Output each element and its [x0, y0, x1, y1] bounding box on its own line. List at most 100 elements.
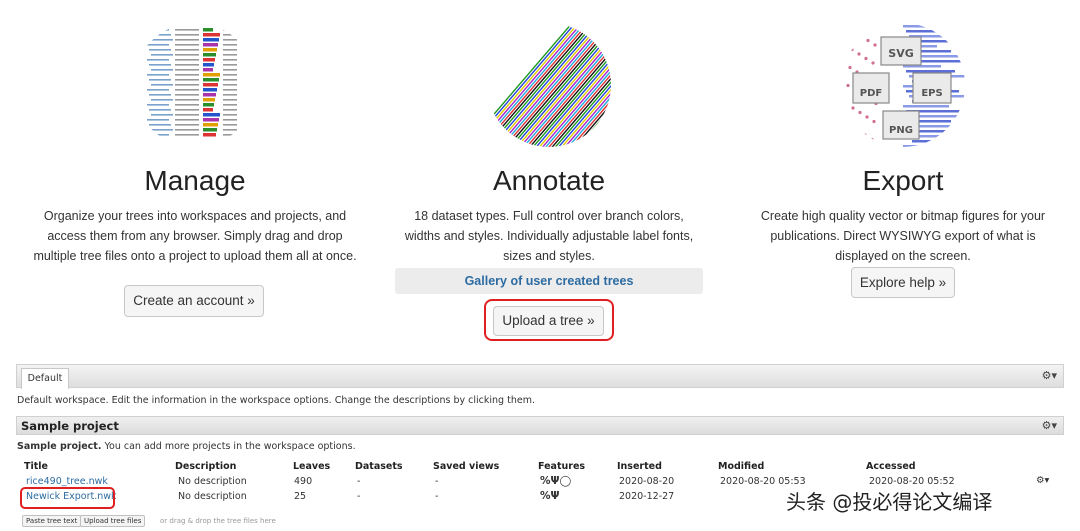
- manage-illustration-line: [175, 74, 199, 76]
- export-illustration-dot: [846, 83, 850, 88]
- manage-illustration-line: [151, 84, 173, 86]
- row2-datasets: -: [357, 491, 361, 502]
- manage-illustration-line: [175, 69, 199, 71]
- manage-illustration-line: [175, 29, 199, 31]
- project-title[interactable]: Sample project: [21, 419, 119, 433]
- manage-title: Manage: [144, 165, 246, 196]
- manage-illustration-line: [223, 94, 237, 96]
- manage-illustration-line: [151, 129, 173, 131]
- upload-highlight-box: [484, 299, 614, 341]
- create-account-button[interactable]: Create an account »: [124, 285, 264, 317]
- format-png-label: PNG: [889, 125, 913, 136]
- col-inserted: Inserted: [617, 461, 662, 472]
- manage-illustration-block: [203, 33, 220, 37]
- workspace-gear-icon[interactable]: ⚙▾: [1042, 369, 1057, 382]
- manage-illustration-line: [223, 124, 237, 126]
- manage-illustration-block: [203, 38, 219, 42]
- project-description[interactable]: Sample project. You can add more project…: [17, 441, 356, 452]
- manage-illustration-line: [175, 109, 199, 111]
- manage-illustration-line: [175, 49, 199, 51]
- project-gear-icon[interactable]: ⚙▾: [1042, 419, 1057, 432]
- format-eps-label: EPS: [921, 88, 942, 99]
- row2-description[interactable]: No description: [178, 491, 247, 502]
- project-header-bar: Sample project ⚙▾: [16, 416, 1064, 435]
- manage-illustration-line: [223, 104, 237, 106]
- row2-features-icons: %Ψ: [540, 490, 560, 502]
- export-illustration-dot: [858, 110, 862, 115]
- gallery-link[interactable]: Gallery of user created trees: [395, 268, 703, 294]
- upload-tree-files-button[interactable]: Upload tree files: [80, 515, 146, 527]
- manage-illustration-line: [149, 94, 171, 96]
- manage-illustration-line: [175, 94, 199, 96]
- row1-saved-views: -: [435, 476, 439, 487]
- manage-illustration-line: [175, 59, 199, 61]
- manage-illustration-block: [203, 88, 217, 92]
- export-illustration-dot: [845, 25, 849, 29]
- row2-inserted: 2020-12-27: [619, 491, 675, 502]
- export-illustration-bar: [903, 25, 933, 28]
- annotate-illustration-line: [608, 23, 611, 147]
- export-illustration-bar: [903, 105, 949, 108]
- export-illustration-bar: [912, 140, 955, 143]
- manage-illustration-line: [175, 44, 199, 46]
- manage-description: Organize your trees into workspaces and …: [33, 209, 357, 263]
- row2-leaves: 25: [294, 491, 307, 502]
- manage-illustration-block: [203, 103, 214, 107]
- manage-illustration-line: [223, 44, 237, 46]
- export-illustration-dot: [848, 65, 852, 70]
- manage-illustration-line: [175, 79, 199, 81]
- export-illustration-dot: [871, 61, 875, 65]
- manage-illustration-line: [147, 44, 169, 46]
- export-description: Create high quality vector or bitmap fig…: [760, 209, 1046, 263]
- manage-illustration-line: [223, 29, 237, 31]
- manage-illustration-line: [147, 134, 169, 136]
- manage-illustration-line: [151, 99, 173, 101]
- manage-illustration-line: [149, 49, 171, 51]
- manage-illustration-line: [223, 34, 237, 36]
- col-datasets: Datasets: [355, 461, 403, 472]
- manage-illustration-block: [203, 113, 220, 117]
- export-illustration-dot: [864, 56, 868, 61]
- row1-gear-icon[interactable]: ⚙▾: [1036, 475, 1049, 486]
- export-title: Export: [862, 165, 944, 196]
- project-description-rest: You can add more projects in the workspa…: [101, 441, 356, 452]
- manage-illustration-block: [203, 98, 215, 102]
- manage-illustration-block: [203, 43, 218, 47]
- manage-illustration-line: [149, 79, 171, 81]
- manage-illustration-line: [175, 99, 199, 101]
- manage-illustration-line: [175, 124, 199, 126]
- manage-illustration-line: [223, 119, 237, 121]
- export-illustration: SVG PDF EPS PNG: [845, 25, 965, 147]
- manage-illustration-block: [203, 133, 216, 137]
- manage-illustration-block: [203, 63, 214, 67]
- drop-hint: or drag & drop the tree files here: [160, 517, 276, 525]
- row1-description[interactable]: No description: [178, 476, 247, 487]
- export-illustration-dot: [851, 106, 855, 110]
- manage-illustration-block: [203, 28, 213, 32]
- manage-illustration-line: [151, 69, 173, 71]
- manage-illustration-block: [203, 93, 216, 97]
- manage-illustration-line: [175, 54, 199, 56]
- feature-manage: Manage Organize your trees into workspac…: [30, 0, 360, 330]
- manage-illustration-line: [149, 109, 171, 111]
- manage-illustration-line: [175, 89, 199, 91]
- export-illustration-dot: [849, 124, 853, 128]
- paste-tree-text-button[interactable]: Paste tree text: [22, 515, 82, 527]
- export-illustration-dot: [873, 43, 877, 47]
- annotate-title: Annotate: [492, 165, 606, 196]
- row2-saved-views: -: [435, 491, 439, 502]
- manage-illustration-line: [223, 64, 237, 66]
- explore-help-button[interactable]: Explore help »: [851, 267, 955, 298]
- tab-default[interactable]: Default: [21, 368, 69, 389]
- row1-title-link[interactable]: rice490_tree.nwk: [26, 476, 108, 487]
- row1-datasets: -: [357, 476, 361, 487]
- manage-illustration-line: [223, 54, 237, 56]
- export-illustration-dot: [863, 133, 867, 137]
- feature-export: SVG PDF EPS PNG Export Create high quali…: [745, 0, 1061, 330]
- workspace-description[interactable]: Default workspace. Edit the information …: [17, 395, 535, 406]
- row2-highlight-box: [20, 487, 115, 509]
- manage-illustration-line: [147, 104, 169, 106]
- manage-illustration-line: [151, 54, 173, 56]
- format-svg-label: SVG: [888, 47, 913, 60]
- manage-illustration-line: [147, 74, 169, 76]
